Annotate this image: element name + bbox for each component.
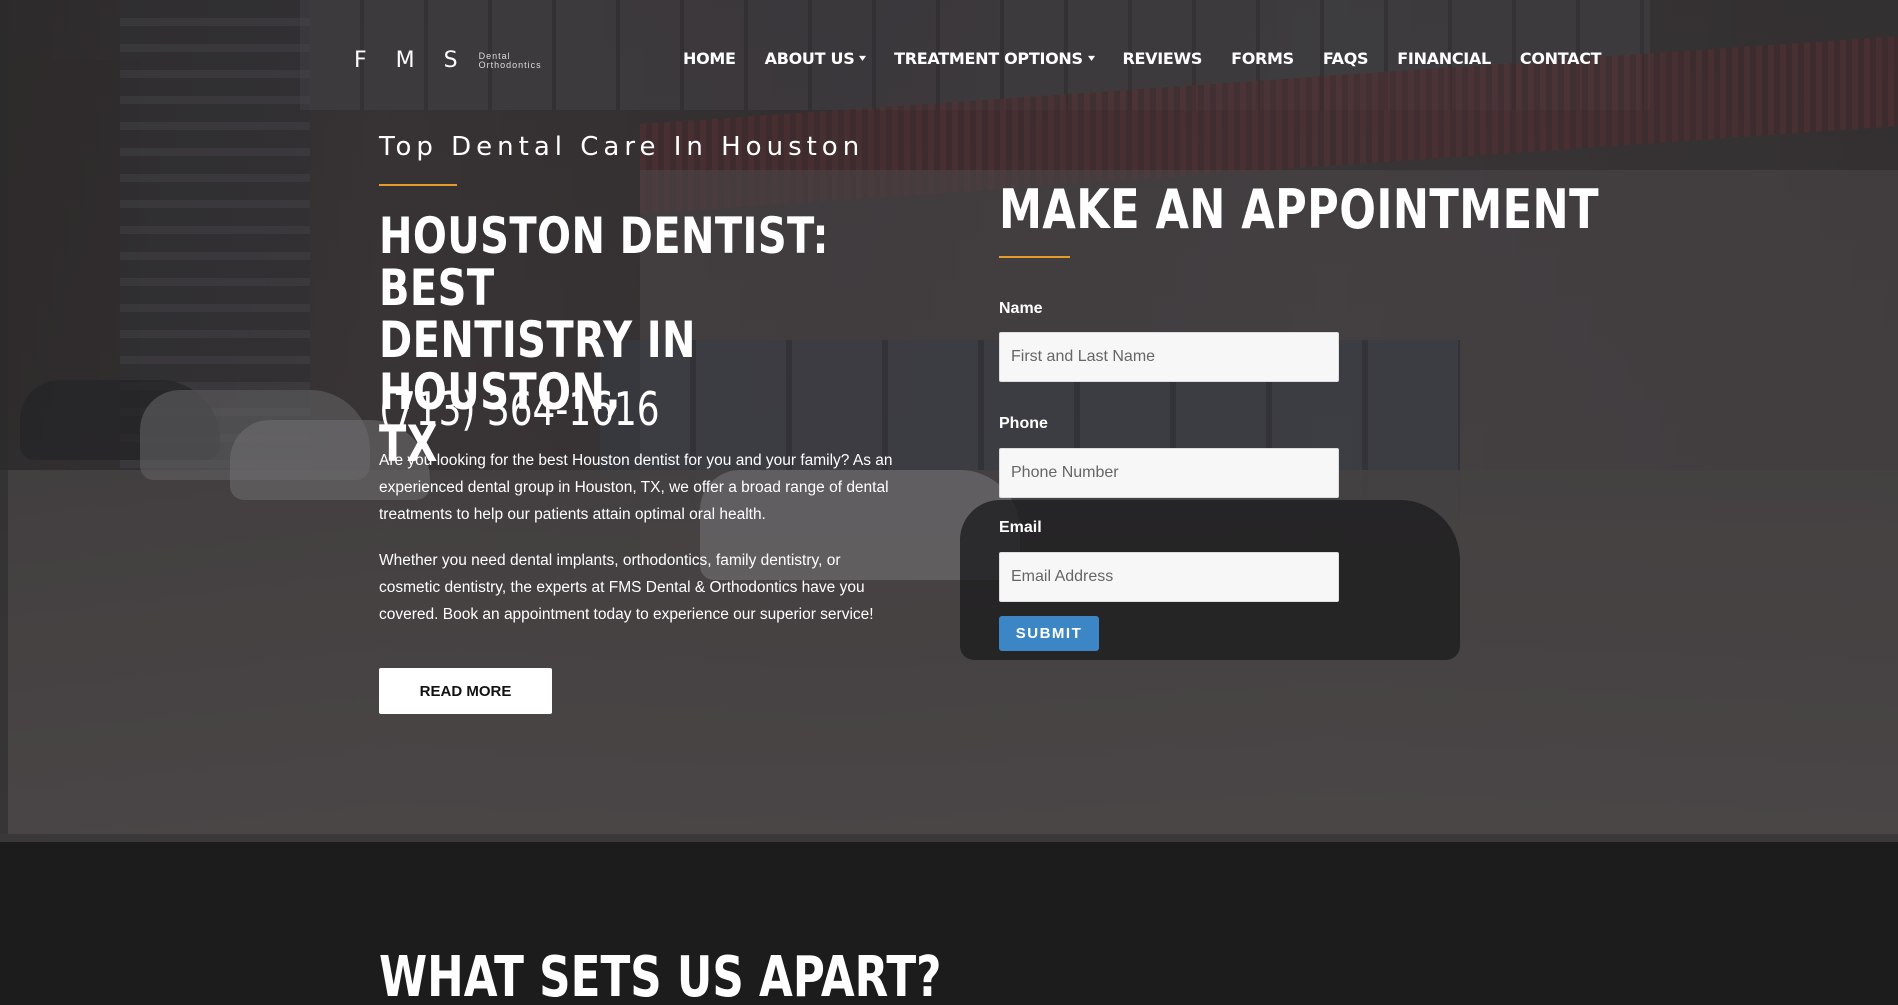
phone-label: Phone bbox=[999, 415, 1048, 432]
chevron-down-icon: ▾ bbox=[859, 53, 867, 64]
appointment-title: MAKE AN APPOINTMENT bbox=[999, 178, 1599, 241]
nav-label: FORMS bbox=[1231, 49, 1294, 68]
hero-paragraph: Whether you need dental implants, orthod… bbox=[379, 552, 874, 623]
phone-field[interactable] bbox=[999, 448, 1339, 498]
logo-subtitle: Dental Orthodontics bbox=[478, 51, 542, 70]
email-field[interactable] bbox=[999, 552, 1339, 602]
nav-item-contact[interactable]: CONTACT bbox=[1519, 49, 1602, 68]
chevron-down-icon: ▾ bbox=[1087, 53, 1095, 64]
phone-link[interactable]: (713) 364-1616 bbox=[379, 382, 660, 436]
hero-divider bbox=[0, 834, 1898, 842]
logo-line-orthodontics: Orthodontics bbox=[478, 59, 542, 70]
nav-label: FINANCIAL bbox=[1397, 49, 1491, 68]
nav-item-forms[interactable]: FORMS bbox=[1231, 49, 1294, 68]
section-title: WHAT SETS US APART? bbox=[379, 945, 942, 1005]
email-label: Email bbox=[999, 519, 1042, 536]
hero-paragraph: Are you looking for the best Houston den… bbox=[379, 452, 893, 523]
read-more-button[interactable]: READ MORE bbox=[379, 668, 552, 714]
nav-label: TREATMENT OPTIONS bbox=[894, 49, 1083, 68]
nav-item-home[interactable]: HOME bbox=[683, 49, 736, 68]
nav-item-reviews[interactable]: REVIEWS bbox=[1122, 49, 1202, 68]
nav-label: CONTACT bbox=[1519, 49, 1602, 68]
hero-title-line: HOUSTON DENTIST: BEST bbox=[379, 207, 829, 317]
name-label: Name bbox=[999, 300, 1043, 317]
nav-item-financial[interactable]: FINANCIAL bbox=[1397, 49, 1491, 68]
nav-label: REVIEWS bbox=[1122, 49, 1203, 68]
site-logo[interactable]: F M S Dental Orthodontics bbox=[354, 48, 542, 73]
hero-eyebrow: Top Dental Care In Houston bbox=[379, 132, 865, 162]
main-nav: HOME ABOUT US ▾ TREATMENT OPTIONS ▾ REVIEW… bbox=[683, 49, 1630, 68]
hero-background bbox=[0, 0, 1898, 839]
nav-item-faqs[interactable]: FAQS bbox=[1322, 49, 1369, 68]
nav-item-about-us[interactable]: ABOUT US ▾ bbox=[764, 49, 867, 68]
submit-button[interactable]: SUBMIT bbox=[999, 616, 1099, 651]
hero-left-edge bbox=[0, 0, 8, 839]
nav-label: FAQS bbox=[1322, 49, 1369, 68]
logo-mark: F M S bbox=[354, 48, 469, 73]
hero-overlay bbox=[0, 0, 1898, 839]
accent-divider bbox=[999, 256, 1070, 258]
name-field[interactable] bbox=[999, 332, 1339, 382]
accent-divider bbox=[379, 184, 457, 186]
nav-label: ABOUT US bbox=[764, 49, 855, 68]
nav-label: HOME bbox=[683, 49, 736, 68]
nav-item-treatment-options[interactable]: TREATMENT OPTIONS ▾ bbox=[894, 49, 1095, 68]
